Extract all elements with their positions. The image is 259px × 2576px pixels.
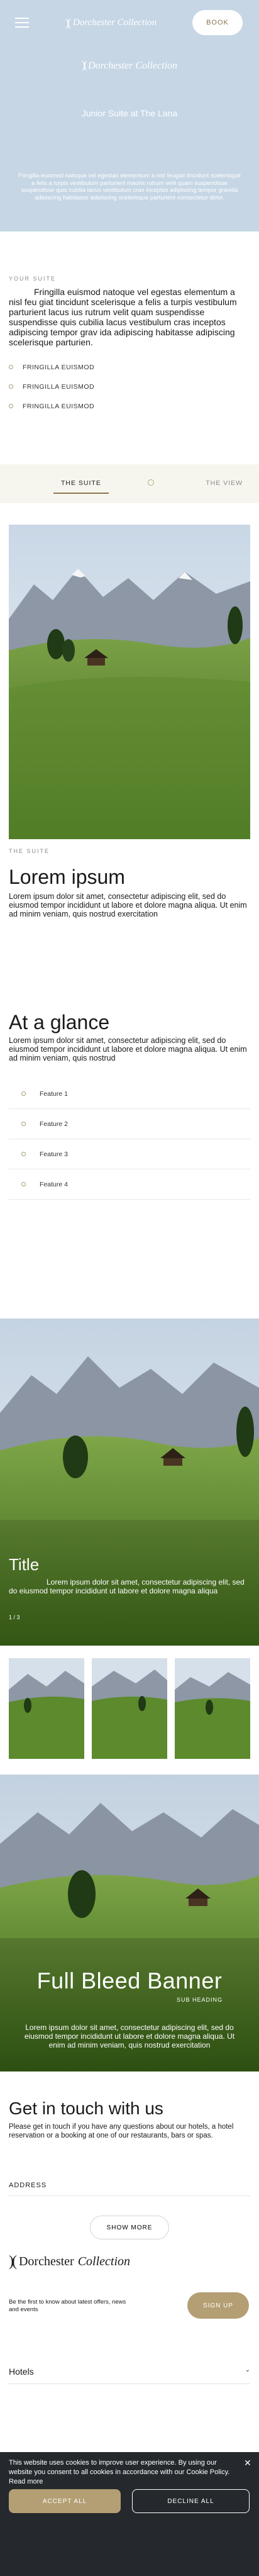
hero: )( Dorchester Collection BOOK )( Dorches… xyxy=(0,0,259,231)
glance-text: Lorem ipsum dolor sit amet, consectetur … xyxy=(9,1036,247,1062)
section-heading: Lorem ipsum xyxy=(9,866,125,888)
contact-section: Get in touch with us Please get in touch… xyxy=(0,2080,259,2239)
bullet-icon xyxy=(21,1091,26,1096)
page: )( Dorchester Collection BOOK )( Dorches… xyxy=(0,0,259,2576)
media-carousel: Title Lorem ipsum dolor sit amet, consec… xyxy=(0,1319,259,1759)
feature-label: Feature 2 xyxy=(40,1120,68,1128)
suite-section: YOUR SUITE Fringilla euismod natoque vel… xyxy=(0,231,259,464)
banner-subheading: SUB HEADING xyxy=(176,1997,223,2003)
carousel-counter: 1 / 3 xyxy=(9,1614,20,1620)
brand-mark-icon: )( xyxy=(65,16,71,29)
banner-text: Lorem ipsum dolor sit amet, consectetur … xyxy=(24,2023,235,2049)
contact-text: Please get in touch if you have any ques… xyxy=(9,2123,234,2139)
carousel-image[interactable] xyxy=(0,1319,259,1646)
tab-the-suite[interactable]: THE SUITE xyxy=(53,479,109,494)
feature-label: Feature 1 xyxy=(40,1090,68,1098)
brand-mark-icon: )( xyxy=(81,59,87,71)
tab-divider-icon xyxy=(148,479,154,486)
list-item: Feature 1 xyxy=(9,1079,250,1109)
list-item: Feature 2 xyxy=(9,1109,250,1139)
top-bar: )( Dorchester Collection BOOK xyxy=(0,0,259,45)
menu-icon[interactable] xyxy=(15,18,29,28)
feature-label: Feature 4 xyxy=(40,1180,68,1188)
suite-tabs: THE SUITE THE VIEW xyxy=(0,464,259,503)
footer-brand-a: Dorchester xyxy=(18,2255,74,2268)
list-item: Feature 4 xyxy=(9,1169,250,1200)
show-more-button[interactable]: SHOW MORE xyxy=(90,2216,169,2239)
tab-the-view[interactable]: THE VIEW xyxy=(206,479,243,487)
list-item: Feature 3 xyxy=(9,1139,250,1169)
sign-up-button[interactable]: SIGN UP xyxy=(187,2292,249,2319)
list-item: FRINGILLA EUISMOD xyxy=(9,357,250,377)
media-text: Lorem ipsum dolor sit amet, consectetur … xyxy=(9,1578,245,1595)
suite-intro: Fringilla euismod natoque vel egestas el… xyxy=(9,287,237,347)
feature-label: FRINGILLA EUISMOD xyxy=(23,402,95,410)
cookie-text: This website uses cookies to improve use… xyxy=(9,2459,230,2485)
suite-lorem-section: THE SUITE Lorem ipsum Lorem ipsum dolor … xyxy=(0,818,259,976)
footer-logo[interactable]: )( Dorchester Collection xyxy=(9,2253,130,2270)
address-label: ADDRESS xyxy=(9,2182,47,2189)
bullet-icon xyxy=(9,365,13,369)
section-text: Lorem ipsum dolor sit amet, consectetur … xyxy=(9,892,247,918)
suite-eyebrow: YOUR SUITE xyxy=(9,276,57,282)
suite-view-image[interactable] xyxy=(9,525,250,839)
bullet-icon xyxy=(21,1152,26,1156)
glance-list: Feature 1 Feature 2 Feature 3 Feature 4 xyxy=(9,1079,250,1200)
hotels-label: Hotels xyxy=(9,2367,34,2377)
bullet-icon xyxy=(9,404,13,408)
book-button[interactable]: BOOK xyxy=(192,10,243,35)
brand-mark-icon: )( xyxy=(9,2253,17,2270)
newsletter-text: Be the first to know about latest offers… xyxy=(9,2299,126,2313)
cookie-banner: ✕ This website uses cookies to improve u… xyxy=(0,2452,259,2576)
hotels-accordion[interactable]: Hotels ⌄ xyxy=(9,2367,250,2384)
bullet-icon xyxy=(21,1122,26,1126)
chevron-down-icon: ⌄ xyxy=(245,2367,250,2373)
footer-brand-b: Collection xyxy=(77,2255,131,2268)
contact-heading: Get in touch with us xyxy=(9,2099,163,2118)
bullet-icon xyxy=(9,384,13,389)
media-title: Title xyxy=(9,1555,40,1574)
feature-label: FRINGILLA EUISMOD xyxy=(23,382,95,391)
close-icon[interactable]: ✕ xyxy=(244,2458,253,2467)
hero-brand: Dorchester Collection xyxy=(87,60,178,71)
list-item: FRINGILLA EUISMOD xyxy=(9,396,250,416)
bullet-icon xyxy=(21,1182,26,1186)
divider xyxy=(9,2195,250,2196)
feature-label: FRINGILLA EUISMOD xyxy=(23,363,95,371)
banner-title: Full Bleed Banner xyxy=(36,1968,223,1993)
at-a-glance: At a glance Lorem ipsum dolor sit amet, … xyxy=(0,976,259,1319)
page-title: Junior Suite at The Lana xyxy=(81,108,178,118)
full-bleed-banner: Full Bleed Banner SUB HEADING Lorem ipsu… xyxy=(0,1709,259,2080)
gallery xyxy=(0,503,259,839)
glance-heading: At a glance xyxy=(9,1011,110,1034)
hero-logo: )( Dorchester Collection xyxy=(0,59,259,72)
accept-all-button[interactable]: ACCEPT ALL xyxy=(9,2489,121,2513)
suite-feature-list: FRINGILLA EUISMOD FRINGILLA EUISMOD FRIN… xyxy=(9,357,250,416)
hero-text: Fringilla euismod natoque vel egestas el… xyxy=(18,172,241,201)
feature-label: Feature 3 xyxy=(40,1150,68,1158)
footer: )( Dorchester Collection Be the first to… xyxy=(0,2237,259,2462)
list-item: FRINGILLA EUISMOD xyxy=(9,377,250,396)
decline-all-button[interactable]: DECLINE ALL xyxy=(132,2489,250,2513)
section-eyebrow: THE SUITE xyxy=(9,848,50,854)
header-logo[interactable]: )( Dorchester Collection xyxy=(65,16,157,30)
header-brand: Dorchester Collection xyxy=(73,18,157,28)
